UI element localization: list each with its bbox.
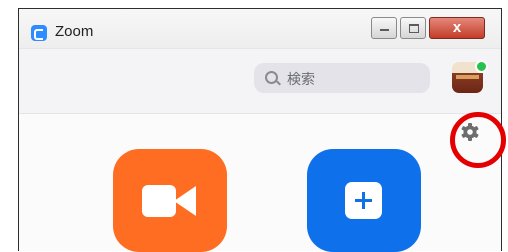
title-bar: Zoom x <box>19 9 501 49</box>
zoom-window: Zoom x 検索 <box>18 8 506 252</box>
settings-button[interactable] <box>460 122 480 142</box>
video-camera-icon <box>142 185 176 217</box>
maximize-button[interactable] <box>400 17 426 39</box>
gear-icon <box>461 123 479 141</box>
search-placeholder: 検索 <box>287 71 315 87</box>
camera-lens-shape <box>174 186 196 216</box>
join-button[interactable] <box>307 149 421 252</box>
search-input[interactable]: 検索 <box>254 63 430 93</box>
close-icon: x <box>452 19 462 36</box>
close-button[interactable]: x <box>429 17 485 39</box>
plus-vertical <box>362 192 365 209</box>
search-icon <box>265 71 278 84</box>
window-title: Zoom <box>55 23 94 40</box>
online-status-indicator <box>475 60 488 73</box>
zoom-app-icon <box>31 25 47 41</box>
top-bar: 検索 <box>19 49 501 114</box>
new-meeting-button[interactable] <box>113 149 227 252</box>
plus-icon <box>345 182 382 219</box>
minimize-button[interactable] <box>371 17 397 39</box>
